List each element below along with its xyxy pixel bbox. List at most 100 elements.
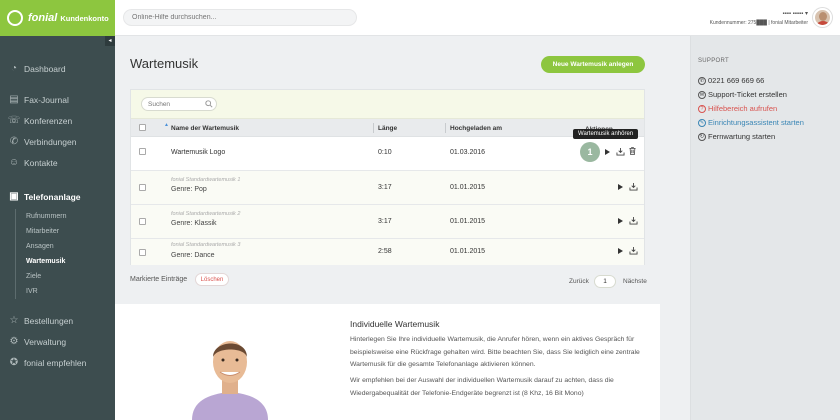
wand-icon: ✎	[698, 118, 706, 127]
star-icon: ☆	[9, 315, 19, 326]
subnav-line	[15, 209, 16, 299]
column-header-uploaded[interactable]: Hochgeladen am	[450, 125, 502, 132]
row-genre: Genre: Dance	[171, 252, 215, 259]
sidebar-item-label: Bestellungen	[24, 315, 74, 326]
sidebar-item-empfehlen[interactable]: ✪ fonial empfehlen	[8, 357, 87, 368]
subnav-ansagen[interactable]: Ansagen	[26, 243, 54, 250]
fax-icon: ▤	[9, 94, 19, 105]
table-row[interactable]: fonial Standardwartemusik 2 Genre: Klass…	[131, 205, 644, 239]
row-checkbox[interactable]	[139, 148, 146, 155]
column-header-length[interactable]: Länge	[378, 125, 397, 132]
table-row[interactable]: fonial Standardwartemusik 3 Genre: Dance…	[131, 239, 644, 265]
play-icon[interactable]	[605, 149, 610, 155]
subnav-wartemusik[interactable]: Wartemusik	[26, 258, 65, 265]
subnav-mitarbeiter[interactable]: Mitarbeiter	[26, 228, 59, 235]
download-icon[interactable]	[616, 148, 625, 156]
ticket-icon: ✉	[698, 90, 706, 99]
support-title: SUPPORT	[698, 58, 729, 64]
sidebar-item-label: Verwaltung	[24, 336, 67, 347]
column-divider	[373, 123, 374, 133]
search-icon[interactable]	[205, 100, 213, 108]
info-paragraph-1: Hinterlegen Sie Ihre individuelle Wartem…	[350, 334, 660, 372]
recommend-icon: ✪	[9, 357, 19, 368]
sidebar-item-label: Telefonanlage	[24, 191, 81, 202]
top-bar: fonial Kundenkonto ▪▪▪▪ ▪▪▪▪▪ ▾ Kundennu…	[0, 0, 840, 36]
brand[interactable]: fonial Kundenkonto	[0, 0, 115, 36]
account-info[interactable]: ▪▪▪▪ ▪▪▪▪▪ ▾ Kundennummer: 275███ | foni…	[710, 10, 808, 26]
sidebar-item-fax-journal[interactable]: ▤ Fax-Journal	[8, 94, 69, 105]
row-subtitle: fonial Standardwartemusik 3	[171, 242, 241, 248]
info-paragraph-2: Wir empfehlen bei der Auswahl der indivi…	[350, 375, 660, 400]
setup-assistant-link[interactable]: ✎ Einrichtungsassistent starten	[698, 118, 804, 127]
delete-button[interactable]: Löschen	[195, 273, 229, 286]
download-icon[interactable]	[629, 217, 638, 225]
pager-next-link[interactable]: Nächste	[623, 278, 647, 285]
table-row[interactable]: fonial Standardwartemusik 1 Genre: Pop 3…	[131, 171, 644, 205]
hold-music-table: ▲ Name der Wartemusik Länge Hochgeladen …	[130, 89, 645, 265]
table-row[interactable]: Wartemusik Logo 0:10 01.03.2016	[131, 137, 644, 171]
setup-assistant-label: Einrichtungsassistent starten	[708, 118, 804, 127]
new-hold-music-button[interactable]: Neue Wartemusik anlegen	[541, 56, 645, 73]
row-checkbox[interactable]	[139, 184, 146, 191]
subnav-ivr[interactable]: IVR	[26, 288, 38, 295]
sidebar-item-label: fonial empfehlen	[24, 357, 87, 368]
pager-back-link[interactable]: Zurück	[569, 278, 589, 285]
page-title: Wartemusik	[130, 56, 199, 71]
row-length: 0:10	[378, 149, 392, 156]
help-search-input[interactable]	[123, 9, 357, 26]
row-genre: Genre: Klassik	[171, 220, 217, 227]
sidebar-item-konferenzen[interactable]: ☏ Konferenzen	[8, 115, 72, 126]
row-length: 3:17	[378, 218, 392, 225]
subnav-rufnummern[interactable]: Rufnummern	[26, 213, 66, 220]
row-checkbox[interactable]	[139, 218, 146, 225]
remote-icon: ↻	[698, 132, 706, 141]
sidebar-item-label: Konferenzen	[24, 115, 73, 126]
select-all-checkbox[interactable]	[139, 124, 146, 131]
sort-asc-icon[interactable]: ▲	[164, 122, 169, 128]
pbx-icon: ▣	[9, 191, 19, 202]
play-icon[interactable]	[618, 218, 623, 224]
trash-icon[interactable]	[629, 147, 636, 155]
column-divider	[445, 123, 446, 133]
sidebar-item-verbindungen[interactable]: ✆ Verbindungen	[8, 136, 77, 147]
info-line: Wartemusik für die gesamte Telefonanlage…	[350, 361, 536, 368]
support-ticket-link[interactable]: ✉ Support-Ticket erstellen	[698, 90, 787, 99]
help-area-link[interactable]: ? Hilfebereich aufrufen	[698, 104, 777, 113]
table-search-bar	[131, 90, 644, 119]
phone-icon: ✆	[698, 76, 706, 85]
contacts-icon: ☺	[8, 157, 20, 168]
avatar[interactable]	[813, 8, 832, 27]
marked-entries-label: Markierte Einträge	[130, 276, 188, 283]
download-icon[interactable]	[629, 247, 638, 255]
phone-icon: ✆	[9, 136, 19, 147]
row-length: 2:58	[378, 248, 392, 255]
sidebar-item-telefonanlage[interactable]: ▣ Telefonanlage	[8, 191, 81, 202]
account-number: Kundennummer: 275███ | fonial Mitarbeite…	[709, 20, 808, 26]
collapse-sidebar-button[interactable]: ◂	[105, 36, 115, 46]
sidebar-item-dashboard[interactable]: ◔ Dashboard	[8, 63, 66, 74]
subnav-ziele[interactable]: Ziele	[26, 273, 41, 280]
sidebar-item-kontakte[interactable]: ☺ Kontakte	[8, 157, 58, 168]
account-name[interactable]: ▪▪▪▪ ▪▪▪▪▪ ▾	[710, 10, 809, 17]
help-area-label: Hilfebereich aufrufen	[708, 104, 778, 113]
sidebar-item-bestellungen[interactable]: ☆ Bestellungen	[8, 315, 74, 326]
play-icon[interactable]	[618, 184, 623, 190]
row-checkbox[interactable]	[139, 249, 146, 256]
info-title: Individuelle Wartemusik	[350, 319, 440, 329]
remote-maintenance-link[interactable]: ↻ Fernwartung starten	[698, 132, 775, 141]
pager-page-input[interactable]: 1	[594, 275, 616, 288]
remote-maintenance-label: Fernwartung starten	[708, 132, 776, 141]
download-icon[interactable]	[629, 183, 638, 191]
sidebar-item-verwaltung[interactable]: ⚙ Verwaltung	[8, 336, 67, 347]
row-subtitle: fonial Standardwartemusik 2	[171, 211, 241, 217]
speedometer-icon: ◔	[10, 63, 18, 74]
info-line: Hinterlegen Sie Ihre individuelle Wartem…	[350, 336, 635, 343]
column-header-name[interactable]: Name der Wartemusik	[171, 125, 239, 132]
row-date: 01.01.2015	[450, 248, 486, 255]
row-date: 01.01.2015	[450, 218, 486, 225]
brand-subtitle: Kundenkonto	[60, 13, 109, 23]
support-phone[interactable]: ✆ 0221 669 669 66	[698, 76, 764, 85]
table-header: ▲ Name der Wartemusik Länge Hochgeladen …	[131, 119, 644, 137]
sidebar-item-label: Kontakte	[24, 157, 58, 168]
play-icon[interactable]	[618, 248, 623, 254]
